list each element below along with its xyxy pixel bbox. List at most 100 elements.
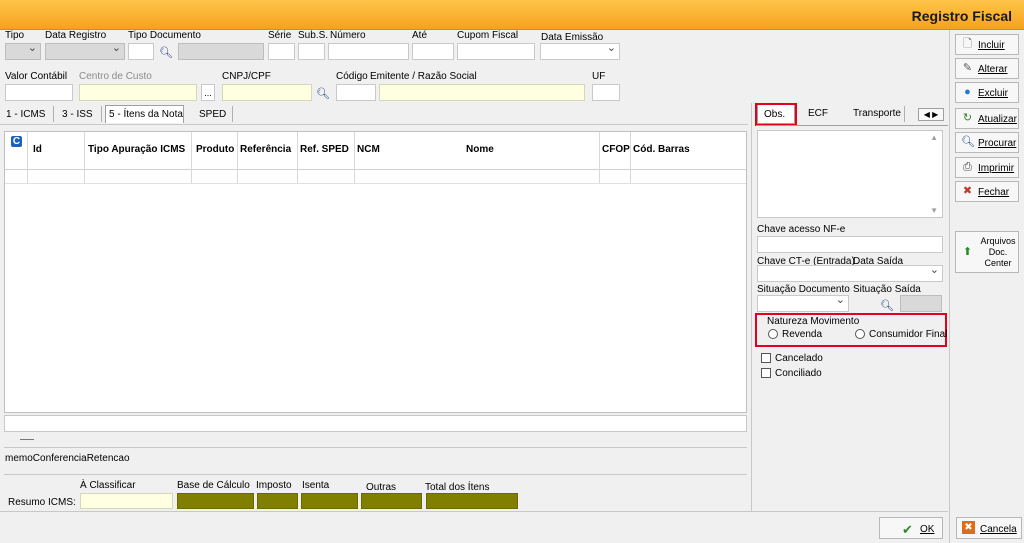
base-calculo-field	[177, 493, 254, 509]
col-produto[interactable]: Produto	[196, 144, 234, 155]
consumidor-final-radio[interactable]	[855, 329, 865, 339]
imposto-field	[257, 493, 298, 509]
imposto-label: Imposto	[256, 480, 292, 491]
data-registro-select[interactable]	[45, 41, 125, 60]
chave-acesso-input[interactable]	[757, 236, 943, 253]
column-chooser-badge[interactable]: C	[11, 136, 22, 147]
procurar-button[interactable]: 🔍︎ Procurar	[955, 132, 1019, 153]
highlight-obs-tab	[755, 103, 797, 126]
splitter-handle[interactable]	[20, 439, 34, 440]
tipo-select[interactable]	[5, 41, 41, 60]
tab-divider	[53, 106, 54, 122]
outras-label: Outras	[366, 482, 397, 493]
incluir-label: Incluir	[978, 40, 1005, 51]
col-cfop[interactable]: CFOP	[602, 144, 630, 155]
incluir-button[interactable]: 🗋 Incluir	[955, 34, 1019, 55]
col-referencia[interactable]: Referência	[240, 144, 291, 155]
conciliado-checkbox[interactable]	[761, 368, 771, 378]
cupom-fiscal-input[interactable]	[457, 43, 535, 60]
uf-input[interactable]	[592, 84, 620, 101]
centro-custo-label: Centro de Custo	[79, 71, 152, 82]
natureza-movimento-label: Natureza Movimento	[767, 316, 860, 327]
tab-scroll-arrows[interactable]: ◀ ▶	[918, 108, 944, 121]
ate-label: Até	[412, 30, 428, 41]
right-tab-line	[756, 125, 948, 126]
serie-label: Série	[268, 30, 292, 41]
table-row[interactable]	[5, 170, 746, 184]
tab-transporte[interactable]: Transporte	[853, 108, 901, 119]
tipo-documento-label: Tipo Documento	[128, 30, 201, 41]
memo-conferencia-label: memoConferenciaRetencao	[5, 453, 130, 464]
scroll-down-icon[interactable]: ▼	[930, 206, 938, 215]
revenda-radio[interactable]	[768, 329, 778, 339]
serie-input[interactable]	[268, 43, 295, 60]
divider	[4, 474, 747, 475]
situacao-documento-select[interactable]	[757, 293, 849, 312]
subserie-input[interactable]	[298, 43, 325, 60]
col-id[interactable]: Id	[33, 144, 42, 155]
resumo-icms-label: Resumo ICMS:	[8, 497, 76, 508]
excluir-button[interactable]: ● Excluir	[955, 82, 1019, 103]
binoculars-icon: 🔍︎	[961, 136, 975, 148]
atualizar-button[interactable]: ↻ Atualizar	[955, 108, 1019, 129]
col-cod-barras[interactable]: Cód. Barras	[633, 144, 690, 155]
obs-memo[interactable]: ▲ ▼	[757, 130, 943, 218]
grid-header: C Id Tipo Apuração ICMS Produto Referênc…	[5, 132, 746, 170]
tab-iss[interactable]: 3 - ISS	[62, 109, 93, 120]
arquivos-label: Arquivos Doc. Center	[980, 236, 1016, 268]
cnpj-search-icon[interactable]: 🔍︎	[316, 87, 330, 100]
upload-arrow-icon: ⬆	[962, 246, 973, 258]
cancelado-checkbox[interactable]	[761, 353, 771, 363]
edit-icon: ✎	[962, 62, 973, 74]
footer-divider	[0, 511, 948, 512]
tab-icms[interactable]: 1 - ICMS	[6, 109, 45, 120]
revenda-label: Revenda	[782, 329, 823, 340]
excluir-label: Excluir	[978, 88, 1009, 99]
fechar-button[interactable]: ✖ Fechar	[955, 181, 1019, 202]
conciliado-label: Conciliado	[775, 368, 822, 379]
imprimir-button[interactable]: ⎙ Imprimir	[955, 157, 1019, 178]
ate-input[interactable]	[412, 43, 454, 60]
ok-button[interactable]: ✔ OK	[879, 517, 943, 539]
col-nome[interactable]: Nome	[466, 144, 494, 155]
numero-input[interactable]	[328, 43, 409, 60]
panel-divider	[751, 103, 752, 511]
tab-divider	[101, 106, 102, 122]
emitente-label: Emitente / Razão Social	[370, 71, 477, 82]
cnpj-input[interactable]	[222, 84, 312, 101]
cupom-fiscal-label: Cupom Fiscal	[457, 30, 519, 41]
items-grid[interactable]: C Id Tipo Apuração ICMS Produto Referênc…	[4, 131, 747, 413]
scroll-up-icon[interactable]: ▲	[930, 133, 938, 142]
alterar-button[interactable]: ✎ Alterar	[955, 58, 1019, 79]
divider	[4, 447, 747, 448]
valor-contabil-input[interactable]	[5, 84, 73, 101]
data-emissao-select[interactable]	[540, 41, 620, 60]
arquivos-doc-center-button[interactable]: ⬆ Arquivos Doc. Center	[955, 231, 1019, 273]
tipo-documento-code-input[interactable]	[128, 43, 154, 60]
tab-itens-nota[interactable]: 5 - Ítens da Nota	[105, 105, 184, 123]
data-registro-label: Data Registro	[45, 30, 107, 41]
col-tipo-apuracao[interactable]: Tipo Apuração ICMS	[88, 144, 185, 155]
tab-ecf[interactable]: ECF	[808, 108, 828, 119]
uf-label: UF	[592, 71, 606, 82]
emitente-input[interactable]	[379, 84, 585, 101]
col-ref-sped[interactable]: Ref. SPED	[300, 144, 349, 155]
total-itens-field	[426, 493, 518, 509]
cancela-button[interactable]: ✖ Cancela	[956, 517, 1022, 539]
codigo-input[interactable]	[336, 84, 376, 101]
tab-divider	[232, 106, 233, 122]
situacao-saida-input	[900, 295, 942, 312]
tab-sped[interactable]: SPED	[199, 109, 226, 120]
tipo-documento-search-icon[interactable]: 🔍︎	[159, 46, 173, 59]
centro-custo-input[interactable]	[79, 84, 197, 101]
cancelado-label: Cancelado	[775, 353, 823, 364]
col-ncm[interactable]: NCM	[357, 144, 380, 155]
check-icon: ✔	[902, 522, 913, 537]
memo-conferencia-area[interactable]	[4, 415, 747, 432]
chave-cte-data-saida-field[interactable]	[757, 263, 943, 282]
numero-label: Número	[330, 30, 366, 41]
cancela-label: Cancela	[980, 524, 1017, 535]
centro-custo-button[interactable]: ...	[201, 84, 215, 101]
total-itens-label: Total dos Ítens	[425, 482, 490, 493]
situacao-saida-search-icon[interactable]: 🔍︎	[880, 299, 894, 312]
